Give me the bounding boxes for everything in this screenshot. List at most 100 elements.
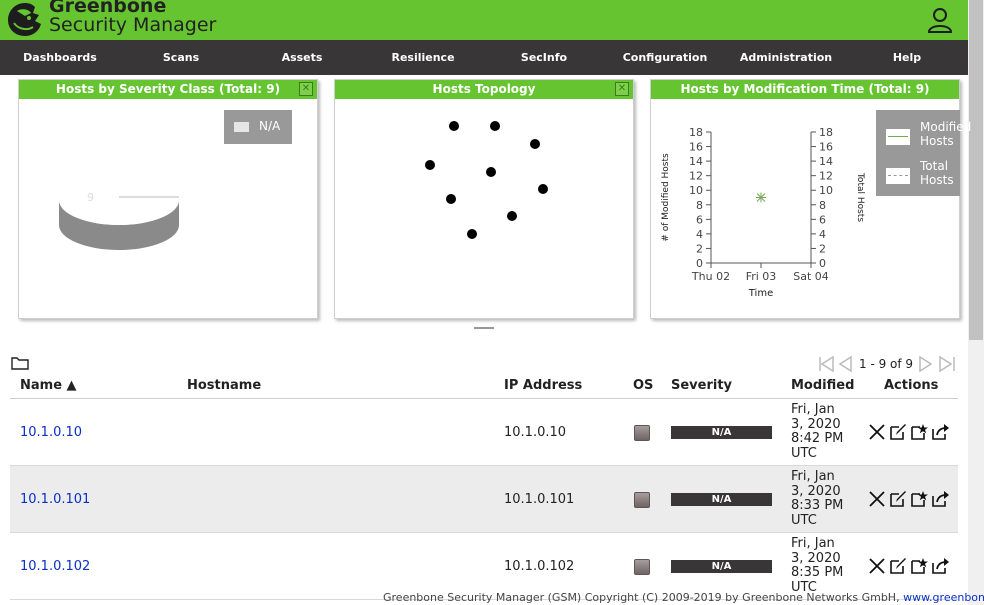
y-tick-label-left: 18 xyxy=(689,126,703,139)
nav-secinfo[interactable]: SecInfo xyxy=(489,40,599,75)
column-header-modified[interactable]: Modified xyxy=(791,378,854,393)
y-tick-label-right: 6 xyxy=(819,213,826,226)
y-tick-label-right: 2 xyxy=(819,242,826,255)
modified-line: UTC xyxy=(791,512,817,528)
modtime-line-chart[interactable]: 0 02 24 46 68 810 1012 1214 1416 1618 18Thu 02 Fri … xyxy=(651,100,876,318)
nav-configuration[interactable]: Configuration xyxy=(610,40,720,75)
column-header-hostname[interactable]: Hostname xyxy=(187,378,261,393)
y-tick-label-left: 4 xyxy=(696,228,703,241)
export-icon[interactable] xyxy=(931,423,949,441)
topology-node xyxy=(446,194,456,204)
topology-node xyxy=(425,160,435,170)
column-header-os[interactable]: OS xyxy=(633,378,653,393)
y-tick-label-left: 12 xyxy=(689,170,703,183)
nav-administration[interactable]: Administration xyxy=(731,40,841,75)
os-unknown-icon xyxy=(634,492,650,508)
host-ip: 10.1.0.102 xyxy=(504,559,575,574)
page: Greenbone Security Manager Dashboards Sca… xyxy=(0,0,984,605)
legend-modified-label: Modified Hosts xyxy=(920,120,972,148)
panel-title: Hosts by Severity Class (Total: 9) ✕ xyxy=(19,80,317,99)
create-target-icon[interactable] xyxy=(910,423,928,441)
export-icon[interactable] xyxy=(931,557,949,575)
y-tick-label-left: 6 xyxy=(696,213,703,226)
nav-assets[interactable]: Assets xyxy=(247,40,357,75)
severity-legend[interactable]: N/A xyxy=(224,110,292,144)
folder-icon[interactable] xyxy=(11,356,29,370)
host-name-link[interactable]: 10.1.0.101 xyxy=(20,492,90,507)
edit-icon[interactable] xyxy=(889,423,907,441)
topology-node xyxy=(449,121,459,131)
y-axis-label-right: Total Hosts xyxy=(855,172,865,222)
modified-line: 8:35 PM xyxy=(791,565,844,580)
topology-node xyxy=(467,229,477,239)
legend-total-label: Total Hosts xyxy=(920,159,954,187)
footer-link[interactable]: www.greenbone.net xyxy=(903,591,984,604)
next-page-icon[interactable] xyxy=(919,355,933,373)
y-tick-label-right: 14 xyxy=(819,155,833,168)
nav-dashboards[interactable]: Dashboards xyxy=(5,40,115,75)
nav-resilience[interactable]: Resilience xyxy=(368,40,478,75)
modtime-panel-title: Hosts by Modification Time (Total: 9) xyxy=(680,82,930,96)
legend-label-na: N/A xyxy=(259,119,281,133)
topology-node xyxy=(530,139,540,149)
modified-date: Fri, Jan 3, 2020 8:35 PM UTC xyxy=(791,536,861,595)
y-tick-label-right: 8 xyxy=(819,199,826,212)
create-target-icon[interactable] xyxy=(910,557,928,575)
first-page-icon[interactable] xyxy=(819,355,834,373)
brand-line2: Security Manager xyxy=(49,14,217,36)
edit-icon[interactable] xyxy=(889,557,907,575)
column-header-actions: Actions xyxy=(884,378,939,393)
last-page-icon[interactable] xyxy=(939,355,955,373)
modtime-legend[interactable]: Modified Hosts Total Hosts xyxy=(876,110,972,196)
greenbone-logo-icon[interactable] xyxy=(5,1,45,39)
x-tick-label: Fri 03 xyxy=(746,270,777,283)
delete-icon[interactable] xyxy=(868,557,886,575)
previous-page-icon[interactable] xyxy=(838,355,852,373)
y-axis-label-left: # of Modified Hosts xyxy=(661,153,671,242)
export-icon[interactable] xyxy=(931,490,949,508)
dashboard-resize-handle[interactable] xyxy=(474,327,494,329)
nav-scans[interactable]: Scans xyxy=(126,40,236,75)
scrollbar-thumb[interactable] xyxy=(969,0,983,340)
x-tick-label: Sat 04 xyxy=(793,270,829,283)
modified-line: 8:42 PM xyxy=(791,431,844,446)
modified-line: 3, 2020 xyxy=(791,416,841,432)
modification-time-panel: Hosts by Modification Time (Total: 9) 0 0… xyxy=(650,79,972,319)
pager-next-last xyxy=(919,355,955,373)
severity-pie-chart[interactable]: 9 xyxy=(57,175,181,275)
y-tick-label-left: 16 xyxy=(689,141,703,154)
modified-line: Fri, Jan xyxy=(791,469,835,484)
y-tick-label-right: 12 xyxy=(819,170,833,183)
table-row: 10.1.0.101 10.1.0.101 N/A Fri, Jan 3, 2020 8:… xyxy=(10,466,958,533)
severity-bar: N/A xyxy=(671,560,772,573)
x-axis-label: Time xyxy=(748,288,773,299)
y-tick-label-right: 16 xyxy=(819,141,833,154)
legend-swatch-icon xyxy=(234,122,249,132)
host-name-link[interactable]: 10.1.0.10 xyxy=(20,425,82,440)
main-nav: Dashboards Scans Assets Resilience SecInfo Co… xyxy=(0,40,968,75)
total-hosts-point xyxy=(759,196,763,199)
delete-icon[interactable] xyxy=(868,423,886,441)
delete-icon[interactable] xyxy=(868,490,886,508)
y-tick-label-right: 18 xyxy=(819,126,833,139)
edit-icon[interactable] xyxy=(889,490,907,508)
topology-graph[interactable] xyxy=(335,100,633,318)
create-target-icon[interactable] xyxy=(910,490,928,508)
column-header-name[interactable]: Name ▲ xyxy=(20,378,77,393)
modified-line: 3, 2020 xyxy=(791,550,841,566)
brand-name: Greenbone Security Manager xyxy=(49,0,216,35)
y-tick-label-left: 2 xyxy=(696,242,703,255)
nav-help[interactable]: Help xyxy=(852,40,962,75)
severity-bar: N/A xyxy=(671,493,772,506)
close-icon[interactable]: ✕ xyxy=(299,82,313,96)
column-header-ip[interactable]: IP Address xyxy=(504,378,582,393)
close-icon[interactable]: ✕ xyxy=(615,82,629,96)
panel-title: Hosts Topology ✕ xyxy=(335,80,633,99)
host-name-link[interactable]: 10.1.0.102 xyxy=(20,559,90,574)
x-tick-label: Thu 02 xyxy=(691,270,730,283)
column-header-severity[interactable]: Severity xyxy=(671,378,732,393)
topology-node xyxy=(507,211,517,221)
topology-panel-title: Hosts Topology xyxy=(432,82,536,96)
user-menu-icon[interactable] xyxy=(926,6,954,34)
modified-date: Fri, Jan 3, 2020 8:33 PM UTC xyxy=(791,469,861,528)
